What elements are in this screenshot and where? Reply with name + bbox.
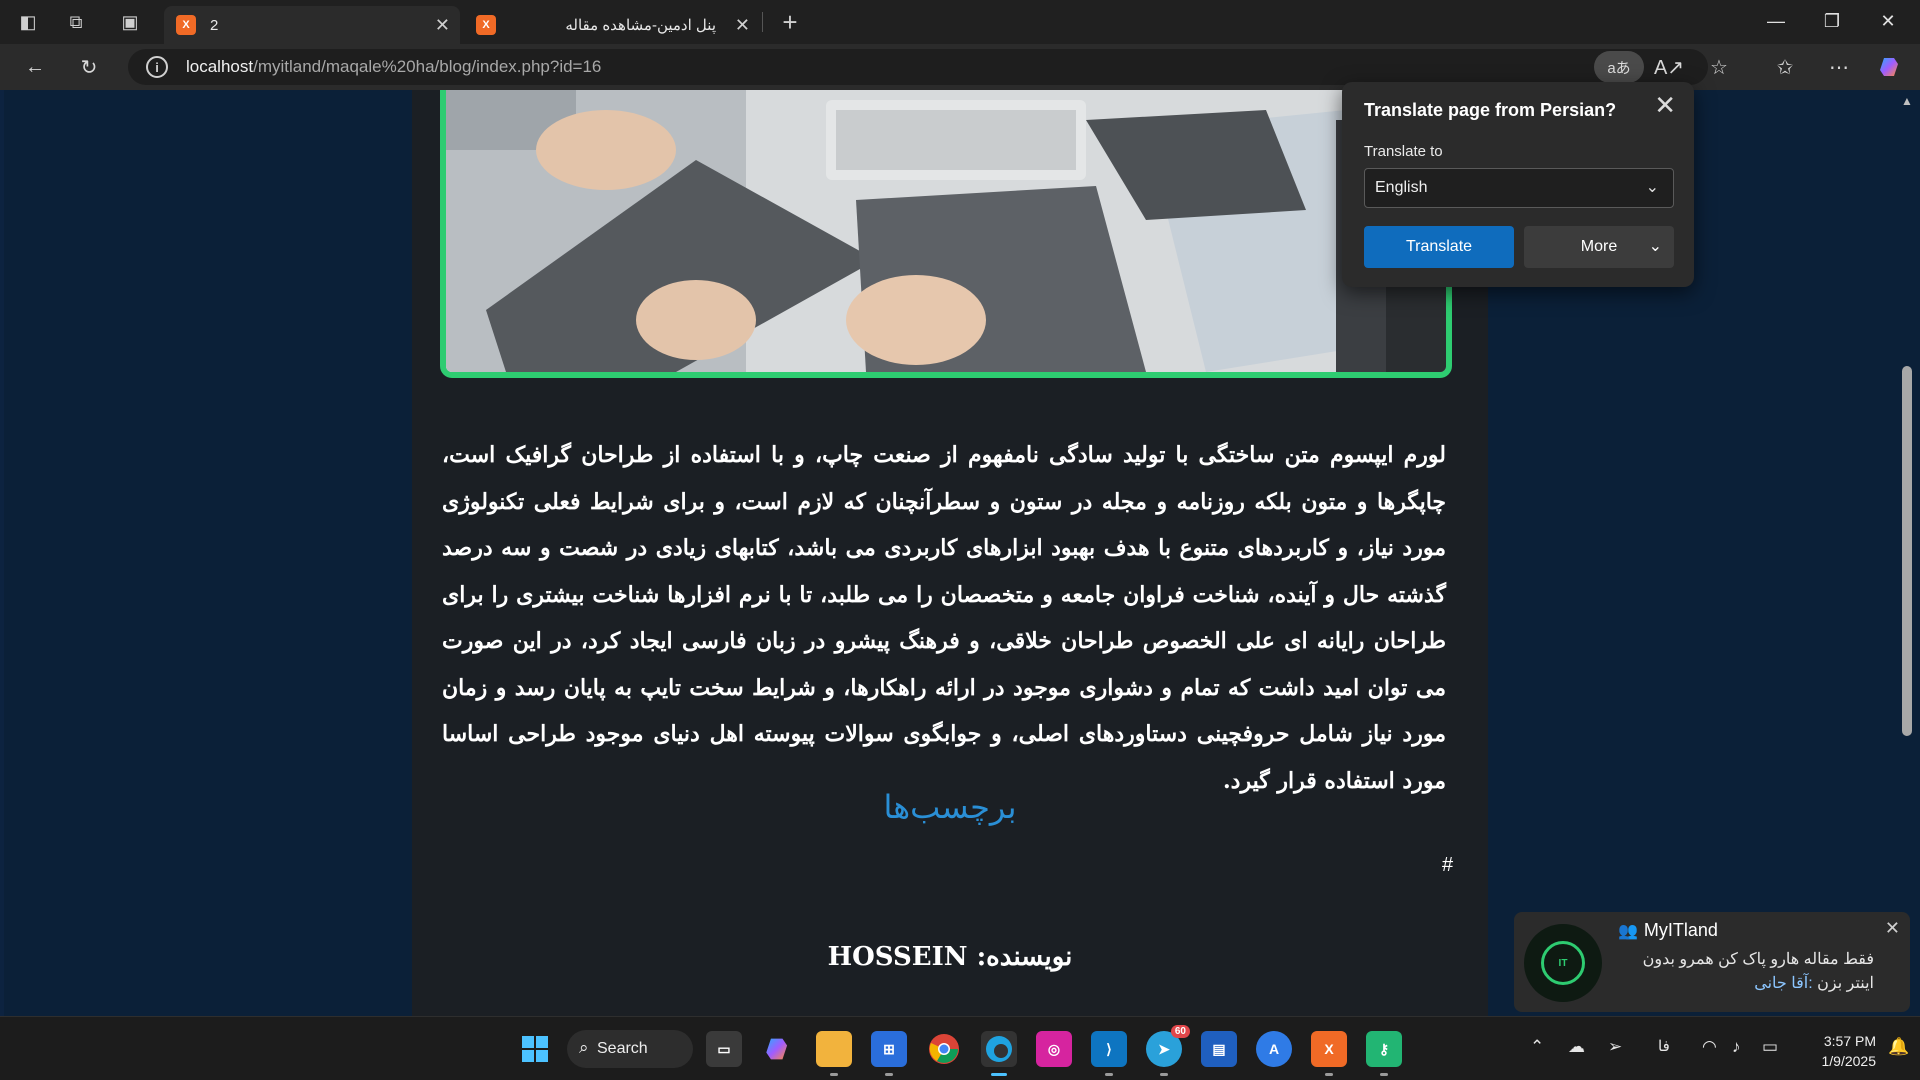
url-text[interactable]: localhost/myitland/maqale%20ha/blog/inde… (186, 57, 601, 77)
app-key-icon[interactable]: ⚷ (1366, 1031, 1402, 1076)
close-icon[interactable]: ✕ (1885, 918, 1900, 939)
more-button[interactable]: More ⌄ (1524, 226, 1674, 268)
browser-titlebar: ◧ ⧉ ▣ X 2 ✕ X پنل ادمین-مشاهده مقاله ✕ +… (0, 0, 1920, 44)
profile-icon[interactable]: ◧ (16, 10, 40, 34)
file-explorer-icon[interactable] (816, 1031, 852, 1076)
xampp-icon[interactable]: X (1311, 1031, 1347, 1076)
back-icon[interactable]: ← (20, 53, 50, 81)
author-line: نویسنده: HOSSEIN (827, 942, 1073, 972)
tab-actions-icon[interactable]: ▣ (118, 10, 142, 34)
battery-icon[interactable]: ▭ (1762, 1037, 1778, 1057)
hero-photo-illustration (446, 90, 1446, 372)
notification-toast[interactable]: IT 👥 MyITland ✕ فقط مقاله هارو پاک کن هم… (1514, 912, 1910, 1012)
system-clock[interactable]: 3:57 PM 1/9/2025 (1796, 1031, 1877, 1071)
start-windows-icon[interactable] (517, 1031, 553, 1067)
wifi-icon[interactable]: ◠ (1702, 1037, 1717, 1057)
translate-to-label: Translate to (1364, 143, 1443, 160)
language-select[interactable]: English ⌄ (1364, 168, 1674, 208)
avatar: IT (1524, 924, 1602, 1002)
notification-app-name: MyITland (1643, 920, 1718, 940)
search-label: Search (597, 1040, 648, 1057)
onedrive-icon[interactable]: ☁ (1568, 1037, 1585, 1057)
notification-title: 👥 MyITland (1618, 920, 1718, 941)
vscode-icon[interactable]: ⟩ (1091, 1031, 1127, 1076)
selected-language: English (1375, 179, 1428, 196)
edge-icon[interactable] (981, 1031, 1017, 1076)
favorite-star-icon[interactable]: ☆ (1704, 53, 1734, 81)
read-aloud-icon[interactable]: A↗ (1654, 53, 1684, 81)
tag-link[interactable]: # (1442, 854, 1453, 877)
article-hero-image (440, 90, 1452, 378)
myitland-logo-icon: IT (1541, 941, 1585, 985)
search-icon: ⌕ (579, 1038, 589, 1057)
chevron-down-icon: ⌄ (1645, 179, 1659, 196)
clock-date: 1/9/2025 (1821, 1053, 1877, 1069)
chevron-up-icon[interactable]: ⌃ (1530, 1037, 1544, 1057)
telegram-icon[interactable]: ➤ 60 (1146, 1025, 1190, 1076)
notification-message: فقط مقاله هارو پاک کن همرو بدون اینتر بز… (1614, 948, 1874, 996)
taskbar-search[interactable]: ⌕ Search (567, 1030, 693, 1068)
minimize-icon[interactable]: — (1748, 6, 1804, 36)
language-indicator[interactable]: فا (1658, 1037, 1670, 1055)
scrollbar-thumb[interactable] (1902, 366, 1912, 736)
article-container: لورم ایپسوم متن ساختگی با تولید سادگی نا… (412, 90, 1488, 1016)
telegram-badge: 60 (1170, 1025, 1190, 1038)
notes-app-icon[interactable]: ▤ (1201, 1031, 1237, 1067)
app-a-icon[interactable]: A (1256, 1031, 1292, 1067)
translate-icon[interactable]: aあ (1594, 51, 1644, 83)
clock-time: 3:57 PM (1823, 1033, 1876, 1049)
restore-icon[interactable]: ❐ (1804, 6, 1860, 36)
refresh-icon[interactable]: ↻ (74, 53, 104, 81)
send-icon[interactable]: ➢ (1608, 1037, 1622, 1057)
microsoft-store-icon[interactable]: ⊞ (871, 1031, 907, 1076)
group-icon: 👥 (1618, 922, 1638, 940)
translate-popup: Translate page from Persian? ✕ Translate… (1342, 82, 1694, 287)
close-icon[interactable]: ✕ (735, 15, 750, 36)
xampp-favicon-icon: X (176, 15, 196, 35)
tab-active[interactable]: X 2 ✕ (164, 6, 460, 44)
window-close-icon[interactable]: ✕ (1860, 6, 1916, 36)
chevron-down-icon: ⌄ (1648, 238, 1662, 255)
translate-popup-title: Translate page from Persian? (1364, 100, 1617, 120)
notifications-icon[interactable]: 🔔 (1888, 1037, 1909, 1057)
address-bar[interactable]: i localhost/myitland/maqale%20ha/blog/in… (128, 49, 1708, 85)
tab-title: پنل ادمین-مشاهده مقاله (565, 17, 716, 34)
xampp-favicon-icon: X (476, 15, 496, 35)
chrome-icon[interactable] (926, 1031, 962, 1067)
scroll-up-arrow-icon[interactable]: ▲ (1901, 94, 1913, 108)
page-scrollbar[interactable]: ▲ (1894, 90, 1920, 1016)
close-icon[interactable]: ✕ (435, 15, 450, 36)
article-body: لورم ایپسوم متن ساختگی با تولید سادگی نا… (442, 442, 1447, 794)
tab-title: 2 (210, 16, 219, 34)
notification-sender: :آقا جانی (1754, 975, 1813, 992)
windows-taskbar: ⌕ Search ▭ ⊞ ◎ ⟩ ➤ 60 ▤ A X ⚷ ⌃ ☁ ➢ فا ◠… (0, 1016, 1920, 1080)
more-button-label: More (1580, 238, 1618, 255)
info-icon[interactable]: i (146, 56, 168, 78)
translate-button[interactable]: Translate (1364, 226, 1514, 268)
workspaces-icon[interactable]: ⧉ (64, 10, 88, 34)
new-tab-icon[interactable]: + (778, 7, 802, 37)
favorites-icon[interactable]: ✩ (1770, 53, 1800, 81)
task-view-icon[interactable]: ▭ (706, 1031, 742, 1067)
tab-divider (762, 12, 763, 32)
volume-icon[interactable]: ♪ (1732, 1037, 1741, 1057)
tags-heading: برچسب‌ها (883, 788, 1017, 826)
tab-admin-article[interactable]: X پنل ادمین-مشاهده مقاله ✕ (464, 6, 760, 44)
instagram-icon[interactable]: ◎ (1036, 1031, 1072, 1067)
copilot-app-icon[interactable] (761, 1031, 797, 1067)
copilot-icon[interactable] (1876, 53, 1906, 81)
more-options-icon[interactable]: ⋯ (1824, 53, 1854, 81)
close-icon[interactable]: ✕ (1654, 90, 1676, 121)
